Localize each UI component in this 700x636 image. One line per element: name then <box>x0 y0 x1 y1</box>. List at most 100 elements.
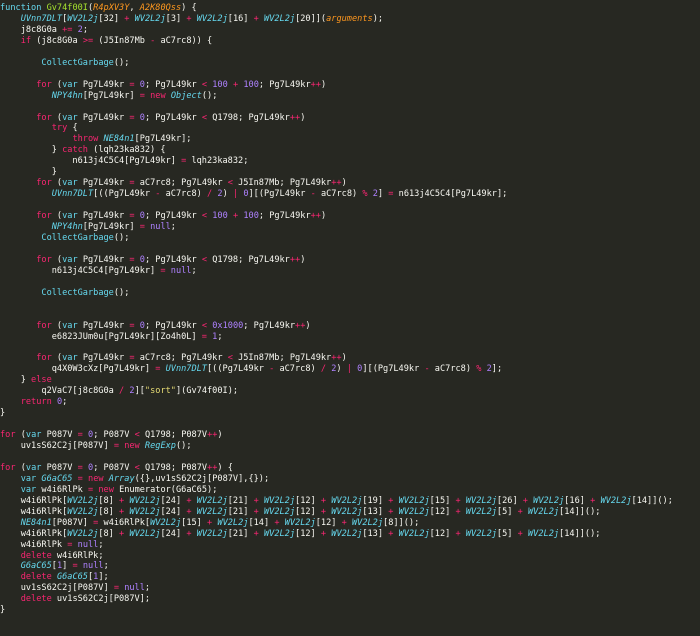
code-token: [14] <box>248 517 275 528</box>
code-token: ]; <box>98 572 109 583</box>
code-token: (); <box>175 441 192 451</box>
code-token: WV2L2j <box>263 506 296 517</box>
code-token: WV2L2j <box>217 517 249 528</box>
code-token: [24] <box>160 506 187 517</box>
code-token: (); <box>113 232 130 243</box>
code-token: Pg7L49kr <box>77 178 130 189</box>
code-line: } else <box>0 375 700 386</box>
code-line: G6aC65[1] = null; <box>0 561 700 572</box>
code-token: [13] <box>362 528 389 539</box>
code-line: uv1sS62C2j[P087V] = new RegExp(); <box>0 441 700 452</box>
code-token: [14]](); <box>631 495 673 506</box>
code-token: Gv74f00I <box>46 3 88 13</box>
code-token: WV2L2j <box>331 495 363 506</box>
code-line: j8c8G0a += 2; <box>0 25 700 36</box>
code-token: ; Pg7L49kr <box>144 112 202 123</box>
code-token: catch <box>62 145 88 156</box>
code-token: ++ <box>331 353 342 364</box>
code-line: q2VaC7[j8c8G0a / 2]["sort"](Gv74f00I); <box>0 386 700 397</box>
code-token: (J5In87Mb <box>93 35 151 46</box>
code-token: for <box>36 79 52 90</box>
code-token: aC7rc8)) { <box>155 35 213 46</box>
code-token: ][ <box>134 386 145 397</box>
code-token: { <box>67 123 78 134</box>
code-token: j8c8G0a <box>0 24 63 35</box>
code-token: ; <box>62 397 68 408</box>
code-token: Q1798; P087V <box>139 462 208 473</box>
code-line: } catch (lqh23ka832) { <box>0 145 700 156</box>
code-token: ( <box>51 353 63 364</box>
code-token: ( <box>15 462 26 473</box>
code-token: try <box>51 123 68 134</box>
code-token: [5] <box>496 506 518 517</box>
code-token: [8] <box>98 528 120 539</box>
code-token: ( <box>51 178 63 189</box>
code-token: for <box>0 462 16 473</box>
code-token: aC7rc8) <box>274 364 321 375</box>
code-token: WV2L2j <box>351 517 384 528</box>
code-line: e6823JUm0u[Pg7L49kr][Zo4h0L] = 1; <box>0 332 700 343</box>
code-token: aC7rc8) <box>160 189 208 200</box>
code-token: ; P087V <box>93 462 135 473</box>
code-token: ; <box>217 331 223 342</box>
code-line: delete G6aC65[1]; <box>0 572 700 583</box>
code-token: ) <box>300 254 306 265</box>
code-token: Q1798; Pg7L49kr <box>207 112 290 123</box>
code-line: var G6aC65 = new Array({},uv1sS62C2j[P08… <box>0 474 700 485</box>
code-token: WV2L2j <box>600 495 632 506</box>
code-token: var <box>25 462 42 473</box>
code-line: } <box>0 167 700 178</box>
code-token: ; Pg7L49kr <box>144 254 202 265</box>
code-line: delete uv1sS62C2j[P087V]; <box>0 594 700 605</box>
code-token: ][(Pg7L49kr <box>362 364 425 375</box>
code-token: ] <box>62 561 73 572</box>
code-token: null <box>170 265 192 276</box>
code-token: , <box>129 3 140 13</box>
code-token: [16] <box>227 13 254 24</box>
code-token: [12] <box>315 517 342 528</box>
code-line: if (j8c8G0a >= (J5In87Mb - aC7rc8)) { <box>0 36 700 47</box>
code-token: ) { <box>217 462 233 473</box>
code-token: ) <box>341 353 347 364</box>
code-line: for (var Pg7L49kr = 0; Pg7L49kr < Q1798;… <box>0 255 700 266</box>
code-token: 0x1000 <box>212 320 244 331</box>
code-token: ] <box>377 189 389 200</box>
code-token: Pg7L49kr <box>77 79 130 90</box>
code-token: var <box>20 484 37 495</box>
code-token: WV2L2j <box>134 13 166 24</box>
code-token: var <box>62 112 78 123</box>
code-token: null <box>124 583 145 594</box>
code-token: Pg7L49kr <box>77 112 130 123</box>
code-token: [12] <box>295 506 321 517</box>
code-token: return <box>20 397 52 408</box>
code-token: n613j4C5C4[Pg7L49kr]; <box>393 189 508 200</box>
code-token: WV2L2j <box>129 528 161 539</box>
code-token: G6aC65 <box>20 561 52 572</box>
code-token: [Pg7L49kr] <box>82 90 140 101</box>
code-line: w4i6RlPk[WV2L2j[8] + WV2L2j[24] + WV2L2j… <box>0 507 700 518</box>
code-token: var <box>20 473 37 484</box>
code-token: "sort" <box>144 386 176 397</box>
code-line: w4i6RlPk[WV2L2j[8] + WV2L2j[24] + WV2L2j… <box>0 496 700 507</box>
code-token: } <box>0 605 6 616</box>
code-token: ; Pg7L49kr <box>144 211 202 222</box>
code-token: Pg7L49kr <box>77 320 130 331</box>
code-token: J5In87Mb; Pg7L49kr <box>232 178 332 189</box>
code-token: (lqh23ka832) { <box>87 145 166 156</box>
code-token: ; <box>191 265 197 276</box>
code-token: aC7rc8; Pg7L49kr <box>134 178 228 189</box>
code-token: WV2L2j <box>465 495 497 506</box>
code-token: if <box>20 35 32 46</box>
code-token: [12] <box>429 528 456 539</box>
code-token: Array <box>108 473 135 484</box>
code-token: ](Gv74f00I); <box>175 386 239 397</box>
code-editor[interactable]: function Gv74f00I(R4pXV3Y, A2K80Qss) { U… <box>0 0 700 636</box>
